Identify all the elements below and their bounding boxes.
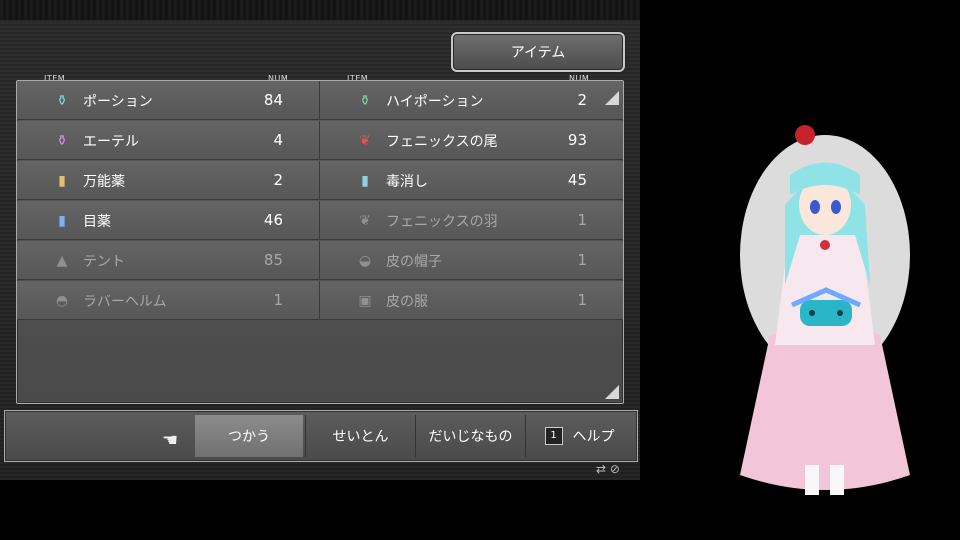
item-count: 1 xyxy=(577,251,587,269)
hand-cursor-icon: ☚ xyxy=(162,430,179,451)
item-name: フェニックスの羽 xyxy=(386,214,498,230)
hi-potion-icon: ⚱ xyxy=(359,93,371,109)
key-items-button[interactable]: だいじなもの xyxy=(415,415,525,457)
item-name: 皮の帽子 xyxy=(386,254,442,270)
menu-title-label: アイテム xyxy=(510,45,566,61)
use-button[interactable]: つかう xyxy=(195,415,303,457)
item-row[interactable]: ▲ テント 85 xyxy=(17,241,320,280)
item-row[interactable]: ▮ 万能薬 2 xyxy=(17,161,320,200)
eye-drops-icon: ▮ xyxy=(58,213,66,229)
item-count: 1 xyxy=(577,291,587,309)
menu-title: アイテム xyxy=(451,32,625,72)
item-count: 1 xyxy=(577,211,587,229)
leather-clothes-icon: ▣ xyxy=(358,293,372,309)
item-name: 万能薬 xyxy=(83,174,125,190)
item-row[interactable]: ▣ 皮の服 1 xyxy=(320,281,623,320)
leather-cap-icon: ◒ xyxy=(358,253,372,269)
item-row[interactable]: ⚱ ポーション 84 xyxy=(17,81,320,120)
item-name: 皮の服 xyxy=(386,294,428,310)
status-icons: ⇄ ⊘ xyxy=(596,462,620,476)
item-row[interactable]: ❦ フェニックスの羽 1 xyxy=(320,201,623,240)
item-count: 2 xyxy=(577,91,587,109)
item-count: 46 xyxy=(263,211,283,229)
help-key-icon: 1 xyxy=(544,427,563,445)
avatar-character xyxy=(740,125,910,495)
item-name: 毒消し xyxy=(386,174,428,190)
no-encounter-icon: ⊘ xyxy=(609,462,620,476)
item-name: ハイポーション xyxy=(386,94,484,110)
item-row[interactable]: ◒ 皮の帽子 1 xyxy=(320,241,623,280)
item-count: 1 xyxy=(273,291,283,309)
antidote-icon: ▮ xyxy=(361,173,369,189)
sort-button[interactable]: せいとん xyxy=(305,415,415,457)
scroll-up-icon[interactable] xyxy=(605,91,619,105)
item-row[interactable]: ◓ ラバーヘルム 1 xyxy=(17,281,320,320)
key-items-label: だいじなもの xyxy=(428,429,513,445)
item-row[interactable]: ▮ 毒消し 45 xyxy=(320,161,623,200)
item-name: ポーション xyxy=(83,94,153,110)
phoenix-feather-icon: ❦ xyxy=(359,213,371,229)
item-name: ラバーヘルム xyxy=(83,294,167,310)
item-name: テント xyxy=(83,254,125,270)
item-list-panel: ⚱ ポーション 84 ⚱ ハイポーション 2 ⚱ エーテル 4 ❦ フェニックスの尾 93 ▮ 万能薬 2 ▮… xyxy=(16,80,624,404)
item-grid: ⚱ ポーション 84 ⚱ ハイポーション 2 ⚱ エーテル 4 ❦ フェニックスの尾 93 ▮ 万能薬 2 ▮… xyxy=(17,81,623,321)
tent-icon: ▲ xyxy=(56,253,68,269)
item-row[interactable]: ❦ フェニックスの尾 93 xyxy=(320,121,623,160)
item-count: 45 xyxy=(567,171,587,189)
scroll-down-icon[interactable] xyxy=(605,385,619,399)
item-count: 2 xyxy=(273,171,283,189)
autobattle-icon: ⇄ xyxy=(596,462,607,476)
item-name: フェニックスの尾 xyxy=(386,134,498,150)
helmet-icon: ◓ xyxy=(55,293,69,309)
command-bar: つかう せいとん だいじなもの 1 ヘルプ xyxy=(4,410,638,462)
phoenix-down-icon: ❦ xyxy=(359,133,371,149)
help-label: ヘルプ xyxy=(572,429,615,445)
item-name: 目薬 xyxy=(83,214,111,230)
item-name: エーテル xyxy=(83,134,139,150)
use-label: つかう xyxy=(228,429,270,445)
ether-icon: ⚱ xyxy=(56,133,68,149)
elixir-icon: ▮ xyxy=(58,173,66,189)
sort-label: せいとん xyxy=(332,429,389,445)
item-count: 93 xyxy=(567,131,587,149)
top-strip xyxy=(0,0,640,20)
potion-icon: ⚱ xyxy=(56,93,68,109)
game-screen: アイテム ITEM NUM ITEM NUM ⚱ ポーション 84 ⚱ ハイポーション 2… xyxy=(0,0,640,480)
help-button[interactable]: 1 ヘルプ xyxy=(525,415,633,457)
item-count: 84 xyxy=(263,91,283,109)
item-count: 4 xyxy=(273,131,283,149)
item-row[interactable]: ▮ 目薬 46 xyxy=(17,201,320,240)
item-row[interactable]: ⚱ エーテル 4 xyxy=(17,121,320,160)
item-count: 85 xyxy=(263,251,283,269)
item-row[interactable]: ⚱ ハイポーション 2 xyxy=(320,81,623,120)
